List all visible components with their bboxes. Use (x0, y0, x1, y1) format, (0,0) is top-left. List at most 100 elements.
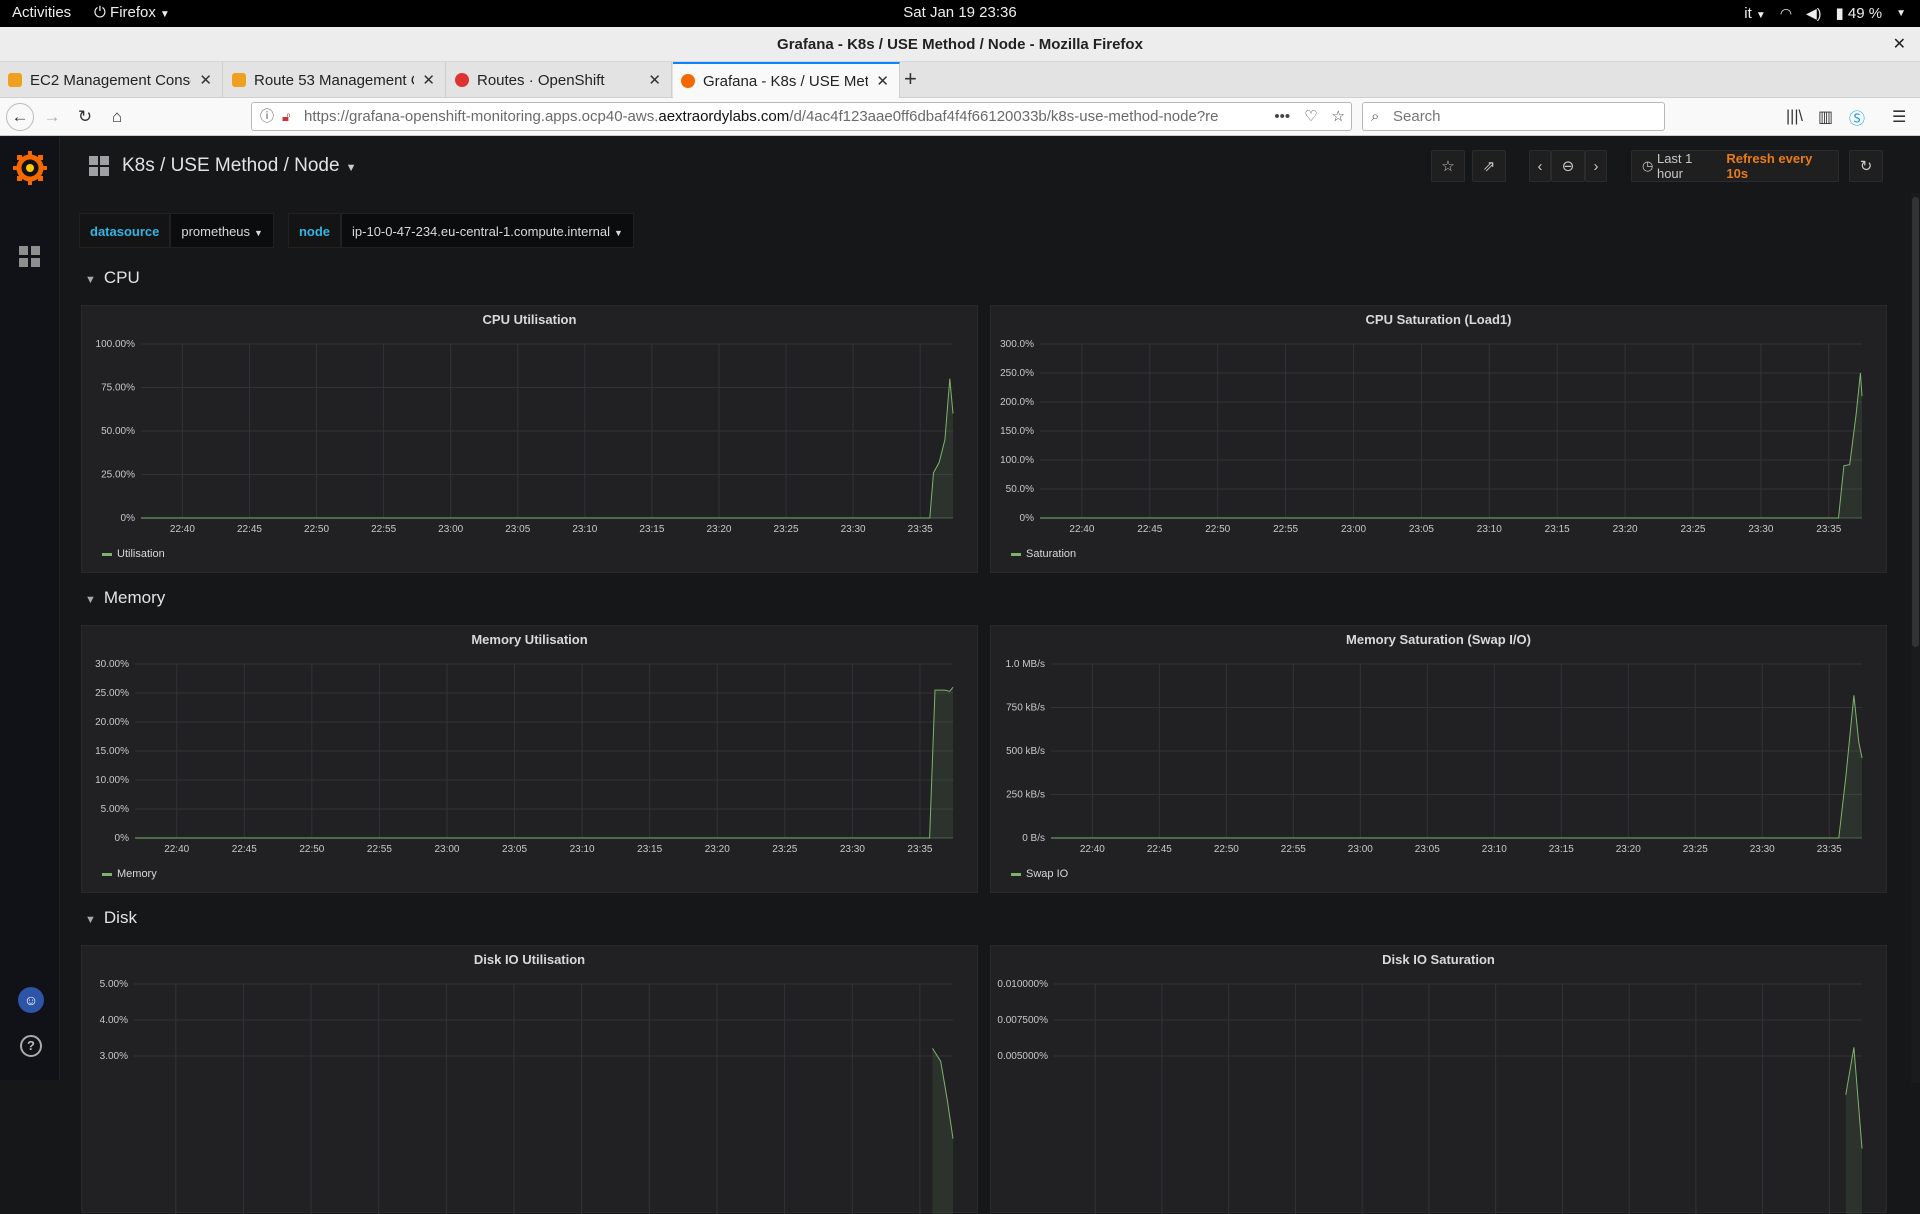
star-dashboard-icon[interactable]: ☆ (1431, 150, 1465, 182)
reload-icon[interactable]: ↻ (72, 104, 98, 130)
y-tick-label: 0% (121, 513, 136, 524)
grafana-main: K8s / USE Method / Node ▼ ☆ ⇗ ‹ ⊖ › ◷ Las… (61, 137, 1920, 1214)
dashboard-title-text: K8s / USE Method / Node (122, 155, 340, 176)
help-icon[interactable]: ? (20, 1035, 42, 1057)
battery-indicator: ▮ 49 % (1835, 4, 1882, 22)
aws-favicon-icon (232, 73, 246, 87)
tab-grafana[interactable]: Grafana - K8s / USE Method / Node ✕ (673, 62, 900, 98)
y-tick-label: 25.00% (95, 688, 129, 699)
y-tick-label: 50.00% (101, 426, 135, 437)
insecure-lock-icon[interactable]: 🔓︎ (282, 103, 290, 130)
tab-label: EC2 Management Console (30, 71, 191, 89)
tab-ec2[interactable]: EC2 Management Console ✕ (0, 62, 223, 98)
x-tick-label: 23:35 (1816, 524, 1841, 535)
share-dashboard-icon[interactable]: ⇗ (1472, 150, 1506, 182)
graph-disk-io-saturation[interactable]: 0.005000% 0.007500% 0.010000% (991, 946, 1888, 1214)
x-tick-label: 23:05 (1409, 524, 1434, 535)
x-tick-label: 22:40 (170, 524, 195, 535)
x-tick-label: 23:35 (907, 844, 932, 855)
search-input[interactable]: ⌕ Search (1362, 102, 1665, 131)
page-scrollbar[interactable] (1911, 193, 1920, 1083)
variable-select-datasource[interactable]: prometheus ▼ (170, 213, 274, 248)
sidebar-icon[interactable]: ▥ (1818, 104, 1833, 130)
time-picker[interactable]: ◷ Last 1 hour Refresh every 10s (1631, 150, 1839, 182)
x-tick-label: 23:30 (1750, 844, 1775, 855)
row-memory[interactable]: ▼ Memory (85, 588, 165, 608)
home-icon[interactable]: ⌂ (104, 104, 130, 130)
legend-item[interactable]: Memory (102, 868, 157, 880)
panel-disk-io-saturation[interactable]: Disk IO Saturation 0.005000% 0.007500% 0.0… (990, 945, 1888, 1214)
tab-close-icon[interactable]: ✕ (648, 71, 661, 89)
x-tick-label: 22:50 (1205, 524, 1230, 535)
x-tick-label: 23:35 (1817, 844, 1842, 855)
y-tick-label: 30.00% (95, 659, 129, 670)
x-tick-label: 22:55 (367, 844, 392, 855)
variable-select-node[interactable]: ip-10-0-47-234.eu-central-1.compute.inte… (341, 213, 634, 248)
chevron-down-icon: ▼ (1755, 9, 1766, 21)
legend-item[interactable]: Utilisation (102, 548, 165, 560)
panel-disk-io-utilisation[interactable]: Disk IO Utilisation 3.00% 4.00% 5.00% (81, 945, 979, 1214)
more-actions-icon[interactable]: ••• (1274, 103, 1290, 130)
new-tab-icon[interactable]: + (904, 66, 917, 92)
graph-cpu-utilisation[interactable]: 0% 25.00% 50.00% 75.00% 100.00% 22:40 22:45 22:… (82, 306, 979, 574)
tab-close-icon[interactable]: ✕ (199, 71, 212, 89)
forward-icon[interactable]: → (39, 104, 65, 130)
panel-memory-utilisation[interactable]: Memory Utilisation 0% 5.00% 10.00% 15.00% 20… (81, 625, 978, 893)
legend-item[interactable]: Saturation (1011, 548, 1076, 560)
system-tray[interactable]: it ▼ ◠ ◀) ▮ 49 % ▼ (1744, 4, 1906, 23)
url-bar[interactable]: ⓘ 🔓︎ https://grafana-openshift-monitorin… (251, 102, 1352, 131)
zoom-out-icon[interactable]: ⊖ (1551, 150, 1585, 182)
app-menu-button[interactable]: ⏻ Firefox ▼ (94, 4, 170, 21)
row-cpu[interactable]: ▼ CPU (85, 268, 140, 288)
hamburger-menu-icon[interactable]: ☰ (1892, 104, 1906, 130)
x-tick-label: 23:20 (1616, 844, 1641, 855)
pocket-icon[interactable]: ♡ (1304, 103, 1317, 130)
tab-close-icon[interactable]: ✕ (422, 71, 435, 89)
x-tick-label: 23:30 (840, 844, 865, 855)
user-avatar-icon[interactable]: ☺ (18, 987, 44, 1013)
grafana-logo-icon[interactable] (12, 150, 48, 186)
y-tick-label: 300.0% (1000, 339, 1034, 350)
dashboards-icon[interactable] (19, 246, 41, 268)
legend-item[interactable]: Swap IO (1011, 868, 1068, 880)
graph-memory-utilisation[interactable]: 0% 5.00% 10.00% 15.00% 20.00% 25.00% 30.00% 22:… (82, 626, 979, 894)
dashboard-apps-icon[interactable] (89, 156, 109, 176)
x-tick-label: 22:55 (371, 524, 396, 535)
panel-memory-saturation[interactable]: Memory Saturation (Swap I/O) 0 B/s 250 kB… (990, 625, 1887, 893)
panel-cpu-utilisation[interactable]: CPU Utilisation 0% 25.00% 50.00% 75.00% 100.… (81, 305, 978, 573)
refresh-icon[interactable]: ↻ (1849, 150, 1883, 182)
x-tick-label: 23:25 (1683, 844, 1708, 855)
graph-memory-saturation[interactable]: 0 B/s 250 kB/s 500 kB/s 750 kB/s 1.0 MB/s 22:… (991, 626, 1888, 894)
keyboard-layout[interactable]: it ▼ (1744, 5, 1766, 22)
x-tick-label: 22:40 (1080, 844, 1105, 855)
graph-disk-io-utilisation[interactable]: 3.00% 4.00% 5.00% (82, 946, 979, 1214)
x-tick-label: 22:55 (1273, 524, 1298, 535)
clock-icon: ◷ (1642, 158, 1657, 173)
time-forward-icon[interactable]: › (1585, 150, 1607, 182)
row-disk[interactable]: ▼ Disk (85, 908, 137, 928)
chevron-down-icon: ▼ (1896, 7, 1906, 19)
y-tick-label: 150.0% (1000, 426, 1034, 437)
scrollbar-thumb[interactable] (1912, 197, 1919, 647)
activities-button[interactable]: Activities (12, 4, 71, 21)
battery-label: 49 % (1847, 5, 1883, 22)
graph-cpu-saturation[interactable]: 0% 50.0% 100.0% 150.0% 200.0% 250.0% 300.0% 22:… (991, 306, 1888, 574)
tab-close-icon[interactable]: ✕ (876, 72, 889, 90)
panel-cpu-saturation[interactable]: CPU Saturation (Load1) 0% 50.0% 100.0% 150.… (990, 305, 1887, 573)
tab-routes-openshift[interactable]: Routes · OpenShift ✕ (447, 62, 672, 98)
x-tick-label: 23:25 (1680, 524, 1705, 535)
x-tick-label: 22:50 (299, 844, 324, 855)
library-icon[interactable]: |||\ (1786, 104, 1803, 130)
bookmark-star-icon[interactable]: ☆ (1332, 103, 1345, 130)
window-close-icon[interactable]: ✕ (1893, 27, 1906, 62)
skype-extension-icon[interactable]: Ⓢ (1849, 104, 1865, 130)
time-back-icon[interactable]: ‹ (1529, 150, 1551, 182)
x-tick-label: 23:20 (705, 844, 730, 855)
clock[interactable]: Sat Jan 19 23:36 (0, 4, 1920, 21)
info-icon[interactable]: ⓘ (260, 103, 274, 130)
dashboard-title[interactable]: K8s / USE Method / Node ▼ (122, 155, 356, 177)
x-tick-label: 22:50 (304, 524, 329, 535)
x-tick-label: 23:20 (1613, 524, 1638, 535)
back-icon[interactable]: ← (6, 103, 34, 131)
tab-route53[interactable]: Route 53 Management Console ✕ (224, 62, 446, 98)
